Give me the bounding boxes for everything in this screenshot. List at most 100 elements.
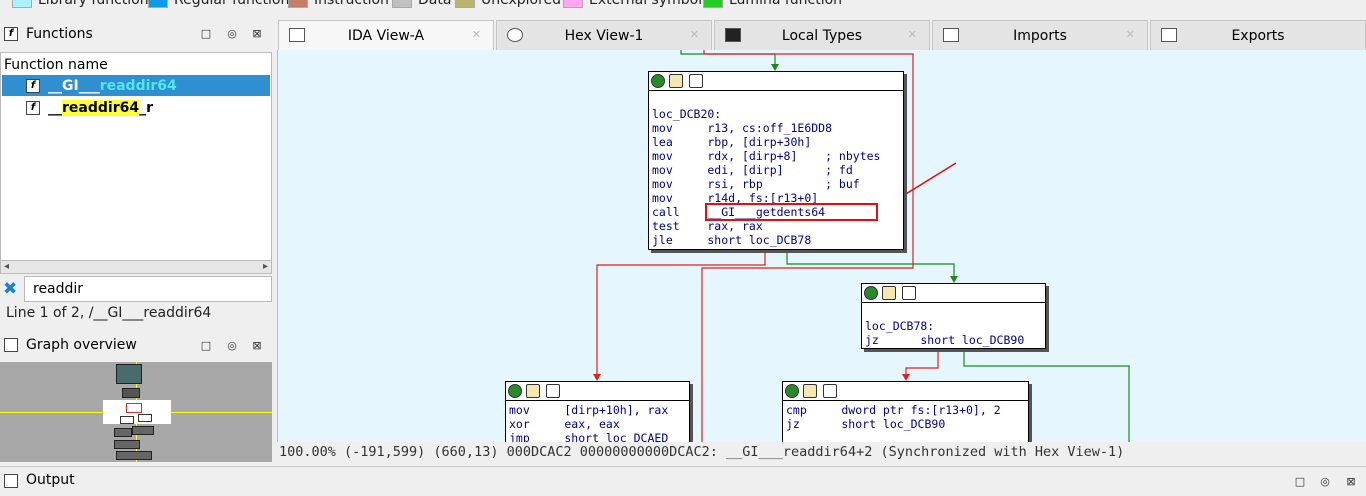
functions-title: Functions	[26, 26, 93, 42]
asm-line: mov [dirp+10h], rax	[509, 403, 669, 417]
asm-line: jz short loc_DCB90	[786, 417, 946, 431]
legend-bar: Library function Regular function Instru…	[0, 0, 1366, 18]
label-line: loc_DCB20:	[652, 107, 722, 121]
node-header	[506, 382, 689, 401]
output-icon	[4, 474, 18, 488]
close-icon[interactable]: ✕	[1126, 28, 1135, 41]
tab-hex-view-1[interactable]: Hex View-1 ✕	[496, 20, 712, 50]
color-icon[interactable]	[508, 384, 522, 398]
clear-search-icon[interactable]: ✖	[3, 279, 17, 299]
function-name-suffix: _r	[139, 99, 153, 116]
asm-line: test rax, rax	[652, 219, 763, 233]
legend-swatch	[455, 0, 475, 8]
code-block-mov[interactable]: mov [dirp+10h], rax xor eax, eax jmp sho…	[505, 381, 690, 442]
edit-icon[interactable]	[669, 74, 683, 88]
legend-label: Unexplored	[481, 0, 562, 8]
legend-swatch	[12, 0, 32, 8]
asm-line: mov rdx, [dirp+8] ; nbytes	[652, 149, 881, 163]
code-block-loc-dcb20[interactable]: loc_DCB20: mov r13, cs:off_1E6DD8 lea rb…	[648, 71, 904, 250]
asm-line: lea rbp, [dirp+30h]	[652, 135, 812, 149]
legend-lumina: Lumina function	[703, 0, 842, 9]
edit-icon[interactable]	[882, 286, 896, 300]
horizontal-scrollbar[interactable]: ◂ ▸	[0, 260, 272, 274]
legend-regular: Regular function	[148, 0, 289, 9]
overview-node	[132, 426, 154, 435]
graph-mode-icon[interactable]	[546, 384, 560, 398]
restore-icon[interactable]: □	[1294, 476, 1306, 488]
close-icon[interactable]: ✕	[908, 28, 917, 41]
column-header-function-name[interactable]: Function name	[4, 55, 108, 75]
tab-ida-view-a[interactable]: IDA View-A ✕	[278, 20, 494, 50]
graph-mode-icon[interactable]	[823, 384, 837, 398]
function-name-match: readdir64	[62, 99, 140, 116]
edge-green	[680, 50, 776, 68]
overview-node	[126, 403, 142, 413]
color-icon[interactable]	[864, 286, 878, 300]
restore-icon[interactable]: □	[200, 28, 212, 40]
asm-line: xor eax, eax	[509, 417, 620, 431]
float-icon[interactable]: ◎	[226, 28, 238, 40]
close-icon[interactable]: ⊠	[251, 340, 263, 352]
edit-icon[interactable]	[526, 384, 540, 398]
color-icon[interactable]	[651, 74, 665, 88]
overview-node	[120, 416, 134, 424]
search-input[interactable]: readdir	[24, 276, 272, 302]
legend-label: Regular function	[174, 0, 290, 8]
asm-line: mov r13, cs:off_1E6DD8	[652, 121, 833, 135]
legend-swatch	[288, 0, 308, 8]
legend-label: Instruction	[314, 0, 389, 8]
legend-label: Library function	[38, 0, 149, 8]
asm-line: mov rsi, rbp ; buf	[652, 177, 860, 191]
graph-view[interactable]: loc_DCB20: mov r13, cs:off_1E6DD8 lea rb…	[277, 50, 1366, 442]
restore-icon[interactable]: □	[200, 340, 212, 352]
legend-data: Data	[392, 0, 451, 9]
close-icon[interactable]: ⊠	[251, 28, 263, 40]
scroll-left-icon[interactable]: ◂	[4, 261, 9, 272]
graph-status-bar: 100.00% (-191,599) (660,13) 000DCAC2 000…	[277, 442, 1366, 462]
color-icon[interactable]	[785, 384, 799, 398]
legend-label: Data	[418, 0, 452, 8]
graph-mode-icon[interactable]	[689, 74, 703, 88]
graph-mode-icon[interactable]	[902, 286, 916, 300]
close-icon[interactable]: ✕	[472, 28, 481, 41]
legend-swatch	[392, 0, 412, 8]
legend-swatch	[148, 0, 168, 8]
function-name-prefix: __GI___	[48, 77, 100, 94]
tab-label: Imports	[1013, 27, 1067, 44]
arrow-head	[771, 64, 779, 71]
asm-line: cmp dword ptr fs:[r13+0], 2	[786, 403, 1001, 417]
legend-external: External symbol	[563, 0, 702, 9]
node-header	[783, 382, 1028, 401]
legend-label: Lumina function	[729, 0, 843, 8]
overview-node	[116, 451, 152, 460]
overview-panel-title: Graph overview	[4, 334, 137, 356]
graph-overview-canvas[interactable]	[0, 362, 272, 462]
legend-label: External symbol	[589, 0, 703, 8]
tab-label: Local Types	[781, 27, 863, 44]
node-header	[862, 284, 1045, 303]
tab-exports[interactable]: Exports	[1150, 20, 1366, 50]
asm-line: jmp short loc_DCAED	[509, 431, 669, 442]
float-icon[interactable]: ◎	[226, 340, 238, 352]
arrow-head	[902, 374, 910, 381]
close-icon[interactable]: ✕	[690, 28, 699, 41]
functions-panel-title: f Functions	[4, 23, 93, 45]
tab-label: Hex View-1	[564, 27, 644, 44]
scroll-right-icon[interactable]: ▸	[263, 261, 268, 272]
float-icon[interactable]: ◎	[1319, 476, 1331, 488]
tab-local-types[interactable]: Local Types ✕	[714, 20, 930, 50]
function-row[interactable]: f __ readdir64 _r	[2, 97, 270, 118]
legend-unexplored: Unexplored	[455, 0, 561, 9]
function-icon: f	[4, 27, 18, 41]
functions-list: Function name f __GI___ readdir64 f __ rea…	[0, 52, 272, 274]
edit-icon[interactable]	[803, 384, 817, 398]
code-block-loc-dcb78[interactable]: loc_DCB78: jz short loc_DCB90	[861, 283, 1046, 349]
close-icon[interactable]: ⊠	[1345, 476, 1357, 488]
edge-green	[786, 250, 955, 280]
code-block-cmp[interactable]: cmp dword ptr fs:[r13+0], 2 jz short loc…	[782, 381, 1029, 442]
tab-imports[interactable]: Imports ✕	[932, 20, 1148, 50]
function-name-prefix: __	[48, 99, 62, 116]
function-row-selected[interactable]: f __GI___ readdir64	[2, 75, 270, 96]
tab-label: IDA View-A	[347, 27, 425, 44]
highlight-box	[705, 203, 878, 221]
